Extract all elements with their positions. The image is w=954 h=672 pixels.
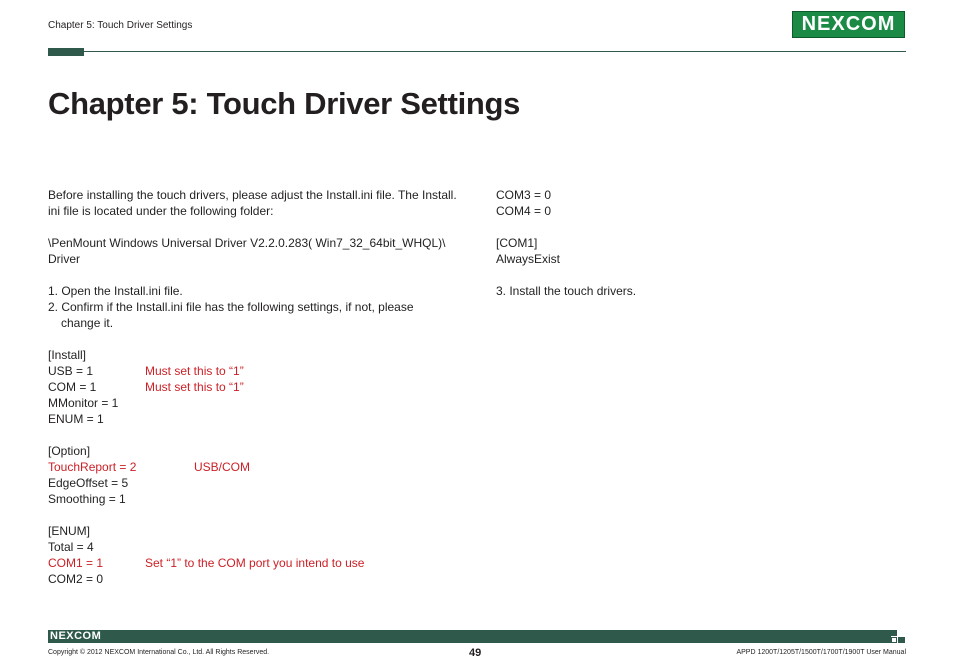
com1-section-header: [COM1] bbox=[496, 236, 538, 250]
com-setting-row: COM = 1 Must set this to “1” bbox=[48, 379, 468, 395]
usb-key: USB = 1 bbox=[48, 364, 94, 378]
footer-square-icon bbox=[891, 630, 897, 636]
com-key: COM = 1 bbox=[48, 380, 97, 394]
touchreport-setting-row: TouchReport = 2 USB/COM bbox=[48, 459, 468, 475]
enum-section-header: [ENUM] bbox=[48, 524, 90, 538]
running-header: Chapter 5: Touch Driver Settings bbox=[48, 20, 193, 31]
nexcom-logo: NEXCOM bbox=[792, 11, 905, 38]
alwaysexist-setting: AlwaysExist bbox=[496, 252, 561, 266]
enum-setting: ENUM = 1 bbox=[48, 412, 104, 426]
usb-setting-row: USB = 1 Must set this to “1” bbox=[48, 363, 468, 379]
step-2: 2. Confirm if the Install.ini file has t… bbox=[48, 300, 414, 314]
smoothing-setting: Smoothing = 1 bbox=[48, 492, 126, 506]
header-accent-block bbox=[48, 48, 84, 56]
folder-path-line-2: Driver bbox=[48, 252, 80, 266]
com1-key: COM1 = 1 bbox=[48, 556, 104, 570]
com4-setting: COM4 = 0 bbox=[496, 204, 552, 218]
usb-note: Must set this to “1” bbox=[145, 364, 244, 378]
footer-square-icon bbox=[898, 637, 905, 643]
com-note: Must set this to “1” bbox=[145, 380, 244, 394]
option-section-header: [Option] bbox=[48, 444, 91, 458]
footer-logo: NEXCOM bbox=[50, 630, 102, 642]
logo-text: NEXCOM bbox=[801, 13, 896, 35]
com1-note: Set “1” to the COM port you intend to us… bbox=[145, 556, 365, 570]
intro-line-2: ini file is located under the following … bbox=[48, 204, 274, 218]
touchreport-note: USB/COM bbox=[194, 460, 251, 474]
com1-setting-row: COM1 = 1 Set “1” to the COM port you int… bbox=[48, 555, 468, 571]
page-number: 49 bbox=[469, 647, 482, 659]
right-column: COM3 = 0 COM4 = 0 [COM1] AlwaysExist 3. … bbox=[496, 187, 896, 299]
copyright-text: Copyright © 2012 NEXCOM International Co… bbox=[48, 649, 270, 656]
edgeoffset-setting: EdgeOffset = 5 bbox=[48, 476, 129, 490]
touchreport-key: TouchReport = 2 bbox=[48, 460, 137, 474]
footer-square-outline-icon bbox=[891, 637, 897, 643]
step-1: 1. Open the Install.ini file. bbox=[48, 284, 183, 298]
page-title: Chapter 5: Touch Driver Settings bbox=[48, 86, 521, 121]
step-2-continued: change it. bbox=[61, 316, 114, 330]
header-rule bbox=[48, 51, 906, 52]
intro-line-1: Before installing the touch drivers, ple… bbox=[48, 188, 457, 202]
mmonitor-setting: MMonitor = 1 bbox=[48, 396, 119, 410]
com3-setting: COM3 = 0 bbox=[496, 188, 552, 202]
install-section-header: [Install] bbox=[48, 348, 87, 362]
com2-setting: COM2 = 0 bbox=[48, 572, 104, 586]
left-column: Before installing the touch drivers, ple… bbox=[48, 187, 468, 587]
manual-title: APPD 1200T/1205T/1500T/1700T/1900T User … bbox=[736, 649, 906, 656]
step-3: 3. Install the touch drivers. bbox=[496, 284, 637, 298]
total-setting: Total = 4 bbox=[48, 540, 94, 554]
footer-bar bbox=[48, 630, 891, 643]
folder-path-line-1: \PenMount Windows Universal Driver V2.2.… bbox=[48, 236, 446, 250]
